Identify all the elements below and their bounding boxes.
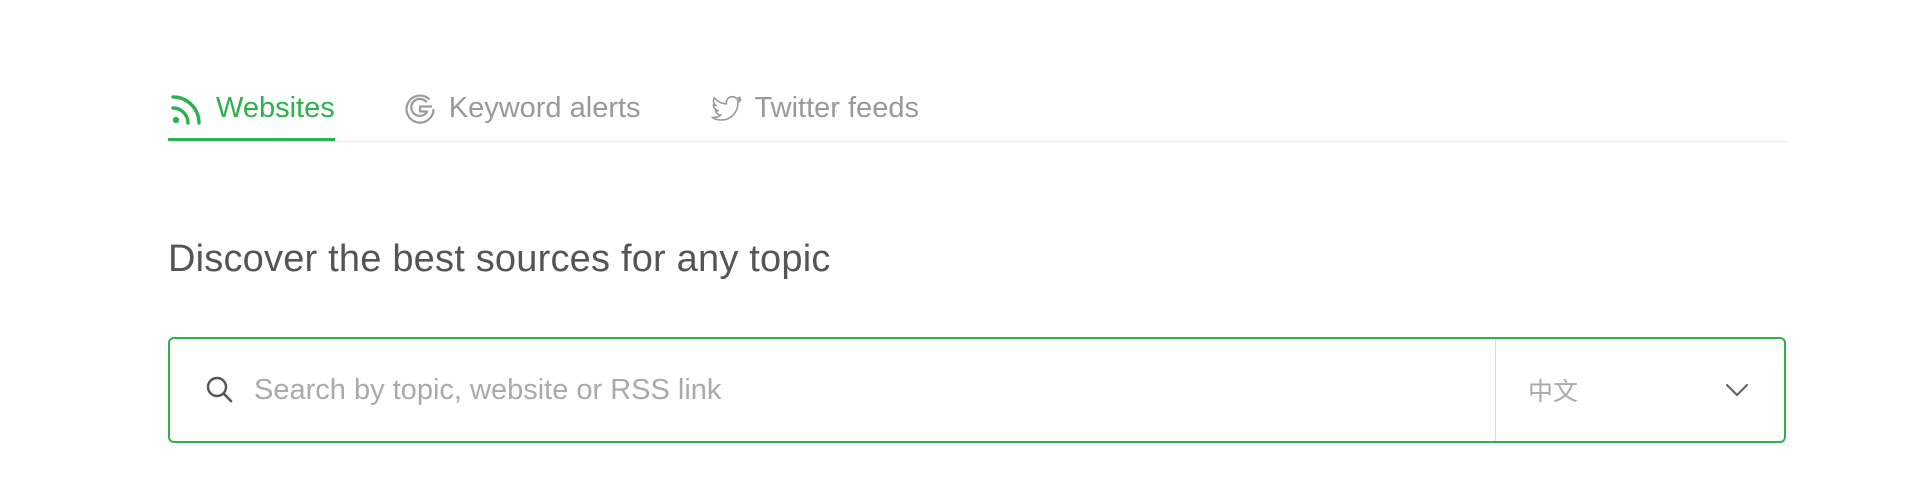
tab-keyword-alerts-label: Keyword alerts xyxy=(448,92,641,124)
tab-keyword-alerts[interactable]: Keyword alerts xyxy=(401,60,641,138)
twitter-icon xyxy=(707,90,745,128)
language-select[interactable]: 中文 xyxy=(1496,339,1784,441)
tab-websites-label: Websites xyxy=(216,92,335,124)
language-selected-value: 中文 xyxy=(1528,377,1579,406)
rss-icon xyxy=(168,90,206,128)
tab-websites-inner: Websites xyxy=(168,89,335,129)
page-title: Discover the best sources for any topic xyxy=(168,238,831,280)
tab-twitter-feeds[interactable]: Twitter feeds xyxy=(707,60,919,138)
chevron-down-icon xyxy=(1722,375,1752,405)
page: Websites Keyword alerts Twitter feeds Di… xyxy=(0,0,1920,490)
source-tabs: Websites Keyword alerts Twitter feeds xyxy=(168,60,1788,142)
tab-websites[interactable]: Websites xyxy=(168,60,335,141)
search-field[interactable] xyxy=(170,339,1496,441)
search-input[interactable] xyxy=(252,372,1456,408)
tab-keyword-alerts-inner: Keyword alerts xyxy=(401,89,641,129)
search-icon xyxy=(204,374,236,406)
tab-twitter-feeds-inner: Twitter feeds xyxy=(707,89,919,129)
search-bar: 中文 xyxy=(168,337,1786,443)
tab-twitter-feeds-label: Twitter feeds xyxy=(754,92,919,124)
google-icon xyxy=(401,90,439,128)
